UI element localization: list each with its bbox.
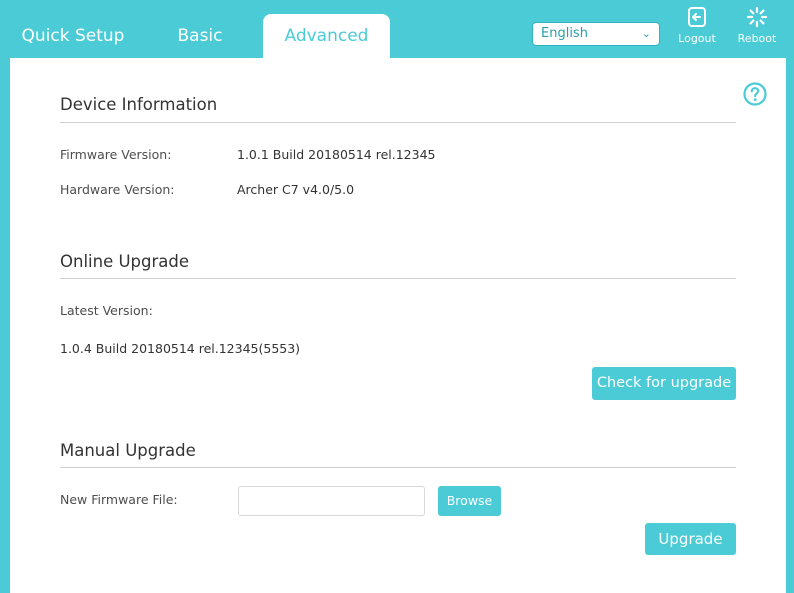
upgrade-button[interactable]: Upgrade [645,523,736,555]
logout-label: Logout [678,32,716,45]
online-upgrade-heading: Online Upgrade [60,252,190,271]
device-information-heading: Device Information [60,95,218,114]
divider [60,278,736,279]
browse-button[interactable]: Browse [438,486,501,516]
reboot-icon [746,6,768,28]
language-select-value: English [541,26,588,41]
tab-basic[interactable]: Basic [150,14,250,58]
reboot-label: Reboot [737,32,777,45]
firmware-version-label: Firmware Version: [60,147,172,162]
new-firmware-file-label: New Firmware File: [60,492,178,507]
help-icon[interactable] [743,82,767,106]
manual-upgrade-heading: Manual Upgrade [60,441,196,460]
top-navigation-bar: Quick Setup Basic Advanced English ⌄ Log… [0,0,794,58]
check-for-upgrade-button[interactable]: Check for upgrade [592,367,736,400]
latest-version-label: Latest Version: [60,303,153,318]
hardware-version-label: Hardware Version: [60,182,175,197]
tab-advanced[interactable]: Advanced [263,14,390,58]
chevron-down-icon: ⌄ [641,27,651,40]
logout-button[interactable]: Logout [669,6,725,45]
hardware-version-value: Archer C7 v4.0/5.0 [237,182,355,197]
latest-version-value: 1.0.4 Build 20180514 rel.12345(5553) [60,341,301,356]
reboot-button[interactable]: Reboot [729,6,785,45]
main-panel: Device Information Firmware Version: 1.0… [10,58,786,593]
logout-icon [688,7,706,27]
divider [60,467,736,468]
tab-quick-setup[interactable]: Quick Setup [10,14,136,58]
firmware-version-value: 1.0.1 Build 20180514 rel.12345 [237,147,436,162]
firmware-file-input[interactable] [238,486,425,516]
language-select[interactable]: English ⌄ [532,22,660,46]
divider [60,122,736,123]
